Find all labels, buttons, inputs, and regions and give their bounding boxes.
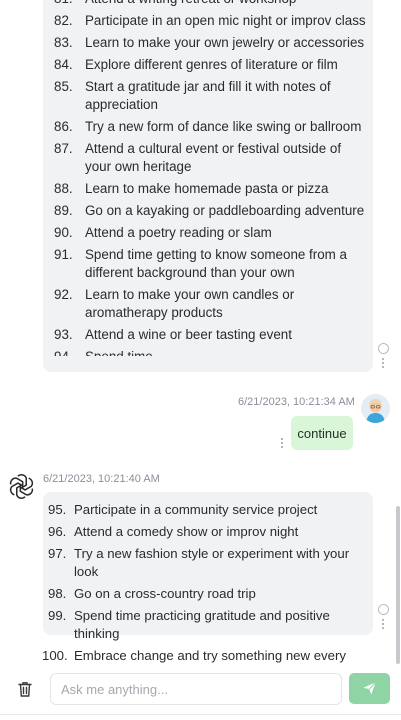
message-controls (376, 343, 390, 370)
list-item: 88. Learn to make homemade pasta or pizza (54, 181, 329, 196)
message-timestamp: 6/21/2023, 10:21:34 AM (238, 396, 355, 408)
trash-icon[interactable] (16, 680, 34, 698)
chat-history: 81.Attend a writing retreat or workshop … (0, 0, 401, 666)
more-options-icon[interactable] (381, 358, 385, 368)
message-list: 81.Attend a writing retreat or workshop … (54, 0, 366, 356)
more-options-icon[interactable] (280, 438, 284, 448)
more-options-icon[interactable] (381, 619, 385, 629)
send-button[interactable] (349, 673, 390, 704)
list-item: 90. Attend a poetry reading or slam (54, 225, 272, 240)
assistant-message-bubble: 95. Participate in a community service pr… (42, 492, 373, 663)
list-item: 89. Go on a kayaking or paddleboarding ad… (54, 203, 365, 218)
list-item: 99. Spend time practicing gratitude and p… (48, 608, 330, 641)
list-item: 97. Try a new fashion style or experiment… (48, 546, 350, 579)
list-item: 98. Go on a cross-country road trip (48, 586, 256, 601)
message-list: 95. Participate in a community service pr… (42, 501, 373, 666)
list-item: 93. Attend a wine or beer tasting event (54, 327, 292, 342)
list-item: 81.Attend a writing retreat or workshop (54, 0, 366, 8)
status-circle-icon[interactable] (377, 604, 389, 615)
send-icon (363, 682, 376, 695)
message-input[interactable] (50, 673, 342, 705)
message-controls (376, 604, 390, 631)
list-item: 91. Spend time getting to know someone fr… (54, 247, 348, 280)
list-item: 86. Try a new form of dance like swing or… (54, 119, 362, 134)
list-item: 85. Start a gratitude jar and fill it wit… (54, 79, 331, 112)
list-item: 100. Embrace change and try something new… (42, 648, 346, 663)
list-item: 82. Participate in an open mic night or i… (54, 13, 366, 28)
list-item: 95. Participate in a community service pr… (48, 502, 318, 517)
message-controls (275, 438, 289, 450)
list-item: 83. Learn to make your own jewelry or acc… (54, 35, 365, 50)
user-message-bubble: continue (291, 416, 353, 450)
list-item: 92. Learn to make your own candles or aro… (54, 287, 295, 320)
openai-logo-icon (8, 473, 35, 500)
scrollbar-thumb[interactable] (396, 506, 400, 664)
list-item: 96. Attend a comedy show or improv night (48, 524, 299, 539)
status-circle-icon[interactable] (377, 343, 389, 354)
divider (0, 714, 401, 715)
message-timestamp: 6/21/2023, 10:21:40 AM (43, 473, 160, 485)
list-item: 84. Explore different genres of literatur… (54, 57, 338, 72)
user-avatar (361, 394, 390, 423)
list-item: 87. Attend a cultural event or festival o… (54, 141, 342, 174)
list-item: 94.Spend time (54, 348, 366, 356)
user-avatar-icon (361, 394, 390, 423)
assistant-message-bubble: 81.Attend a writing retreat or workshop … (43, 0, 373, 372)
